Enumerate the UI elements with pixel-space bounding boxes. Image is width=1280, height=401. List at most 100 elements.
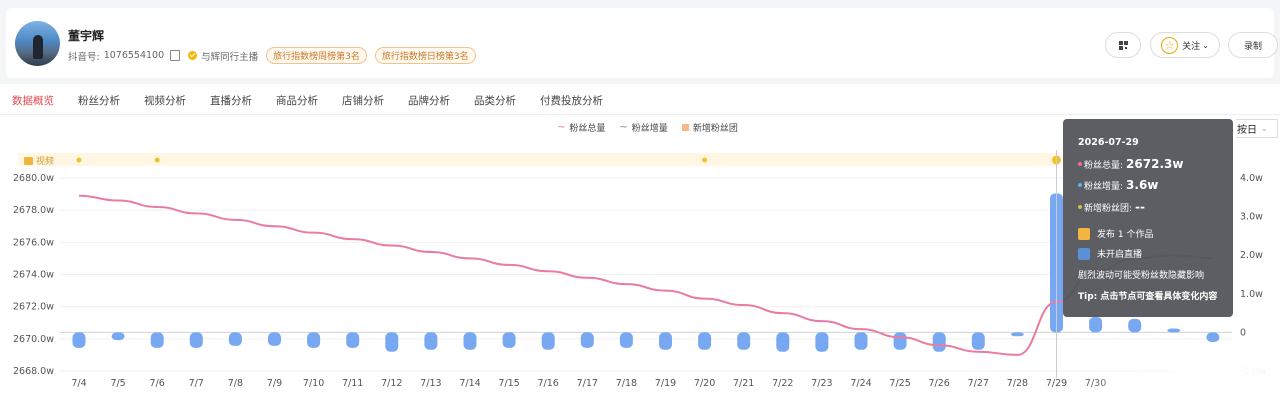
increase-bar — [385, 332, 399, 352]
rank-badge-daily[interactable]: 旅行指数榜日榜第3名 — [374, 47, 476, 64]
x-tick-label: 7/17 — [577, 378, 598, 389]
y-left-tick-label: 2674.0w — [13, 270, 54, 281]
tooltip-group-dot — [1078, 205, 1082, 209]
avatar[interactable] — [15, 21, 60, 66]
increase-bar — [72, 332, 86, 348]
edge-fade — [1080, 360, 1280, 401]
y-right-tick-label: 0 — [1240, 327, 1246, 338]
y-left-tick-label: 2678.0w — [13, 205, 54, 216]
increase-bar — [1089, 316, 1103, 333]
y-right-tick-label: 4.0w — [1240, 173, 1263, 184]
qr-code-icon — [1118, 40, 1128, 50]
x-tick-label: 7/21 — [733, 378, 754, 389]
video-marker — [154, 157, 160, 163]
x-tick-label: 7/9 — [267, 378, 282, 389]
tooltip-live-text: 未开启直播 — [1097, 250, 1143, 260]
streamer-name: 董宇辉 — [68, 29, 105, 43]
y-right-tick-label: 2.0w — [1240, 250, 1263, 261]
tooltip-publish-row: 发布 1 个作品 — [1078, 227, 1153, 240]
y-left-tick-label: 2680.0w — [13, 173, 54, 184]
x-axis: 7/4 7/5 7/6 7/7 7/8 7/9 7/10 7/11 7/12 7/13 7/14 7/… — [71, 378, 1106, 389]
x-tick-label: 7/25 — [889, 378, 910, 389]
verified-icon — [188, 51, 198, 60]
video-band-bg — [18, 153, 1060, 166]
increase-bars — [72, 193, 1220, 352]
total-line-series — [78, 194, 1213, 356]
profile-card — [6, 8, 1274, 78]
tooltip-increase-dot — [1078, 183, 1082, 187]
x-tick-label: 7/15 — [498, 378, 519, 389]
increase-bar — [619, 332, 633, 348]
x-tick-label: 7/11 — [342, 378, 363, 389]
increase-bar — [268, 332, 281, 346]
id-value: 1076554100 — [103, 50, 165, 61]
increase-bar — [815, 332, 829, 352]
total-line — [78, 194, 1213, 356]
video-band — [18, 153, 1061, 166]
tooltip-group-value: -- — [1135, 200, 1146, 214]
video-band-text: 视频 — [36, 157, 55, 167]
tooltip-live-row: 未开启直播 — [1078, 247, 1142, 260]
video-publish-icon — [1078, 227, 1090, 240]
y-left-tick-label: 2676.0w — [13, 237, 54, 248]
x-tick-label: 7/29 — [1046, 378, 1067, 389]
id-row: 抖音号: 1076554100 与辉同行主播 旅行指数榜周榜第3名 旅行指数榜日… — [68, 47, 476, 64]
increase-bar — [346, 332, 360, 348]
y-left-tick-label: 2672.0w — [13, 302, 54, 313]
y-left-tick-label: 2668.0w — [13, 366, 54, 377]
rank-badge-weekly[interactable]: 旅行指数榜周榜第3名 — [266, 47, 367, 64]
avatar-figure — [33, 35, 43, 59]
tooltip-publish-text: 发布 1 个作品 — [1097, 230, 1154, 240]
increase-bar — [1010, 332, 1024, 337]
increase-bar — [698, 332, 712, 350]
increase-bar — [776, 332, 790, 352]
increase-bar — [854, 332, 868, 350]
video-icon — [24, 156, 33, 165]
x-tick-label: 7/10 — [303, 378, 324, 389]
x-tick-label: 7/24 — [850, 378, 871, 389]
id-label: 抖音号: — [68, 51, 100, 63]
increase-bar — [150, 332, 164, 348]
x-tick-label: 7/18 — [616, 378, 637, 389]
x-tick-label: 7/22 — [772, 378, 793, 389]
video-band-label: 视频 — [24, 154, 54, 167]
record-label: 录制 — [1243, 41, 1262, 52]
increase-bar — [659, 332, 672, 350]
increase-bar — [1128, 318, 1142, 333]
x-tick-label: 7/4 — [71, 378, 86, 389]
x-tick-label: 7/8 — [228, 378, 243, 389]
x-tick-label: 7/7 — [189, 378, 204, 389]
qr-code-button[interactable] — [1105, 32, 1141, 58]
x-tick-label: 7/6 — [150, 378, 165, 389]
tooltip-group-label: 新增粉丝团: — [1084, 203, 1133, 214]
follow-label: 关注 — [1182, 41, 1201, 52]
x-tick-label: 7/23 — [811, 378, 832, 389]
increase-bar — [307, 332, 321, 348]
y-right-tick-label: 1.0w — [1240, 289, 1263, 300]
tooltip-increase-label: 粉丝增量: — [1084, 181, 1124, 192]
tooltip-total-dot — [1078, 162, 1082, 166]
increase-bar — [424, 332, 438, 350]
live-icon — [1078, 247, 1090, 260]
record-button[interactable]: 录制 — [1228, 32, 1278, 58]
star-icon: ☆ — [1161, 36, 1179, 54]
follow-button[interactable]: ☆ 关注 ⌄ — [1150, 32, 1220, 58]
y-left-tick-label: 2670.0w — [13, 334, 54, 345]
increase-bar — [111, 332, 125, 341]
increase-bar — [932, 332, 946, 352]
copy-icon[interactable] — [170, 50, 181, 61]
increase-bar — [580, 332, 594, 348]
x-tick-label: 7/26 — [929, 378, 950, 389]
increase-bar — [463, 332, 477, 350]
increase-bar — [541, 332, 555, 350]
y-axis-left: 2680.0w 2678.0w 2676.0w 2674.0w 2672.0w 2670.… — [13, 173, 54, 377]
increase-bar — [893, 332, 907, 350]
x-tick-label: 7/5 — [110, 378, 125, 389]
tooltip-increase-row: 粉丝增量: 3.6w — [1078, 178, 1158, 192]
increase-bar — [502, 332, 516, 348]
tooltip-group-row: 新增粉丝团: -- — [1078, 200, 1145, 214]
y-axis-right: 4.0w3.0w2.0w1.0w0-1.0w — [1240, 173, 1267, 377]
tooltip-total-value: 2672.3w — [1126, 157, 1184, 171]
x-tick-label: 7/19 — [655, 378, 676, 389]
increase-bar — [228, 332, 242, 346]
